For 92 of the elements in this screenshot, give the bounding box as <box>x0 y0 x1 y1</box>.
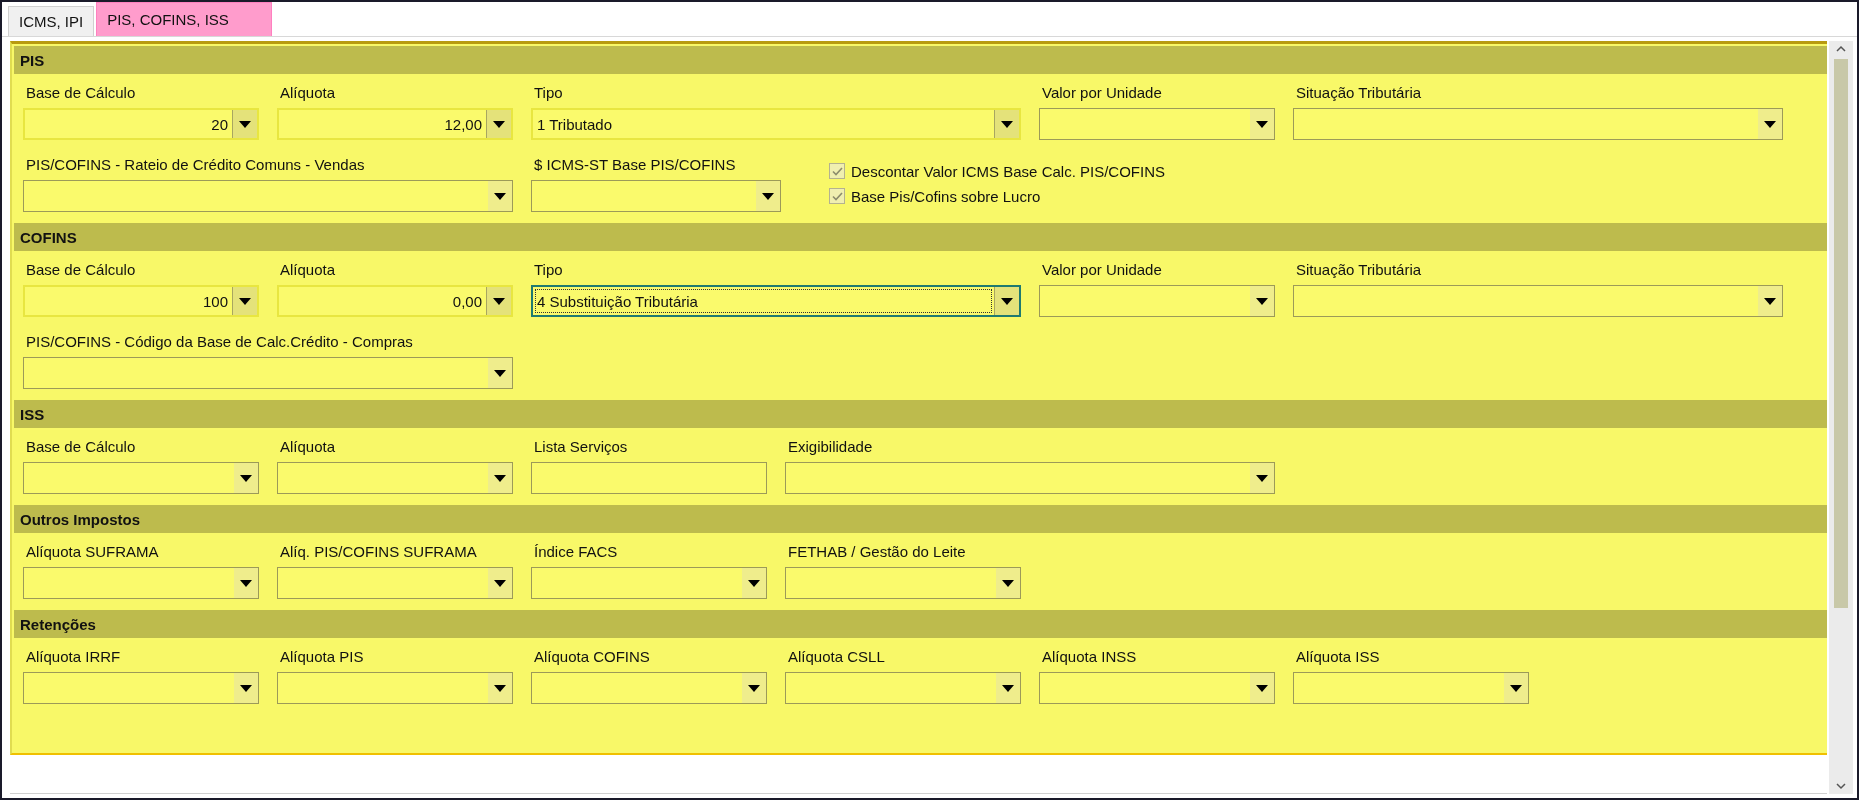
section-header: Retenções <box>14 610 1827 638</box>
field-label: Alíquota INSS <box>1041 647 1138 667</box>
dropdown-field[interactable] <box>23 567 259 599</box>
caret-icon <box>493 120 505 128</box>
field-label: Exigibilidade <box>787 437 874 457</box>
caret-icon <box>494 684 506 692</box>
dropdown-field[interactable] <box>1039 108 1275 140</box>
caret-icon <box>762 192 774 200</box>
caret-icon <box>748 579 760 587</box>
caret-icon <box>1764 120 1776 128</box>
dropdown-field[interactable] <box>531 672 767 704</box>
dropdown-field[interactable]: 0,00 <box>277 285 513 317</box>
section-header: Outros Impostos <box>14 505 1827 533</box>
caret-icon <box>239 297 251 305</box>
field-label: Alíquota <box>279 437 337 457</box>
field-label: $ ICMS-ST Base PIS/COFINS <box>533 155 737 175</box>
caret-icon <box>1002 579 1014 587</box>
caret-icon <box>1256 684 1268 692</box>
dropdown-field[interactable] <box>23 672 259 704</box>
caret-icon <box>1001 120 1013 128</box>
caret-icon <box>494 369 506 377</box>
caret-icon <box>239 120 251 128</box>
dropdown-field[interactable] <box>785 567 1021 599</box>
dropdown-field[interactable]: 20 <box>23 108 259 140</box>
dropdown-field[interactable] <box>1293 108 1783 140</box>
section-header: COFINS <box>14 223 1827 251</box>
field-label: Tipo <box>533 83 564 103</box>
checkbox[interactable] <box>829 188 845 204</box>
caret-icon <box>240 474 252 482</box>
dropdown-field[interactable] <box>23 462 259 494</box>
caret-icon <box>1256 120 1268 128</box>
dropdown-field[interactable] <box>23 357 513 389</box>
field-label: Base de Cálculo <box>25 83 137 103</box>
dropdown-field[interactable] <box>277 567 513 599</box>
dropdown-field[interactable] <box>785 672 1021 704</box>
field-label: Lista Serviços <box>533 437 629 457</box>
caret-icon <box>1256 474 1268 482</box>
caret-icon <box>748 684 760 692</box>
caret-icon <box>1256 297 1268 305</box>
field-label: Alíquota SUFRAMA <box>25 542 160 562</box>
caret-icon <box>494 474 506 482</box>
field-label: Valor por Unidade <box>1041 260 1163 280</box>
field-label: Base de Cálculo <box>25 260 137 280</box>
dropdown-field[interactable]: 1 Tributado <box>531 108 1021 140</box>
field-label: FETHAB / Gestão do Leite <box>787 542 967 562</box>
field-label: Base de Cálculo <box>25 437 137 457</box>
dropdown-field[interactable] <box>23 180 513 212</box>
field-label: Alíquota IRRF <box>25 647 122 667</box>
dropdown-field[interactable]: 4 Substituição Tributária <box>531 285 1021 317</box>
field-label: Alíquota COFINS <box>533 647 651 667</box>
field-label: Tipo <box>533 260 564 280</box>
caret-icon <box>240 579 252 587</box>
caret-icon <box>493 297 505 305</box>
field-label: Alíquota ISS <box>1295 647 1381 667</box>
dropdown-field[interactable] <box>1039 285 1275 317</box>
field-label: Alíquota <box>279 83 337 103</box>
dropdown-field[interactable] <box>785 462 1275 494</box>
dropdown-field[interactable] <box>277 462 513 494</box>
section-header: ISS <box>14 400 1827 428</box>
dropdown-field[interactable] <box>277 672 513 704</box>
caret-icon <box>494 579 506 587</box>
field-label: Valor por Unidade <box>1041 83 1163 103</box>
field-label: PIS/COFINS - Rateio de Crédito Comuns - Vendas <box>25 155 366 175</box>
dropdown-field[interactable]: 12,00 <box>277 108 513 140</box>
caret-icon <box>1764 297 1776 305</box>
field-label: PIS/COFINS - Código da Base de Calc.Crédito - Compras <box>25 332 414 352</box>
tab[interactable]: ICMS, IPI <box>8 6 95 36</box>
checkbox[interactable] <box>829 163 845 179</box>
field-label: Índice FACS <box>533 542 619 562</box>
caret-icon <box>1002 684 1014 692</box>
field-label: Situação Tributária <box>1295 83 1423 103</box>
dropdown-field[interactable] <box>531 567 767 599</box>
dropdown-field[interactable] <box>1039 672 1275 704</box>
checkbox-label: Descontar Valor ICMS Base Calc. PIS/COFINS <box>851 162 1165 180</box>
field-label: Alíq. PIS/COFINS SUFRAMA <box>279 542 478 562</box>
caret-icon <box>494 192 506 200</box>
caret-icon <box>1001 297 1013 305</box>
checkbox-label: Base Pis/Cofins sobre Lucro <box>851 187 1041 205</box>
scrollbar[interactable] <box>1829 41 1853 794</box>
caret-icon <box>1510 684 1522 692</box>
dropdown-field[interactable] <box>1293 285 1783 317</box>
dropdown-field[interactable] <box>531 180 781 212</box>
field-label: Situação Tributária <box>1295 260 1423 280</box>
text-field[interactable] <box>531 462 767 494</box>
dropdown-field[interactable] <box>1293 672 1529 704</box>
field-label: Alíquota <box>279 260 337 280</box>
field-label: Alíquota PIS <box>279 647 365 667</box>
dropdown-field[interactable]: 100 <box>23 285 259 317</box>
section-header: PIS <box>14 46 1827 74</box>
caret-icon <box>240 684 252 692</box>
tab[interactable]: PIS, COFINS, ISS <box>96 2 272 36</box>
field-label: Alíquota CSLL <box>787 647 886 667</box>
